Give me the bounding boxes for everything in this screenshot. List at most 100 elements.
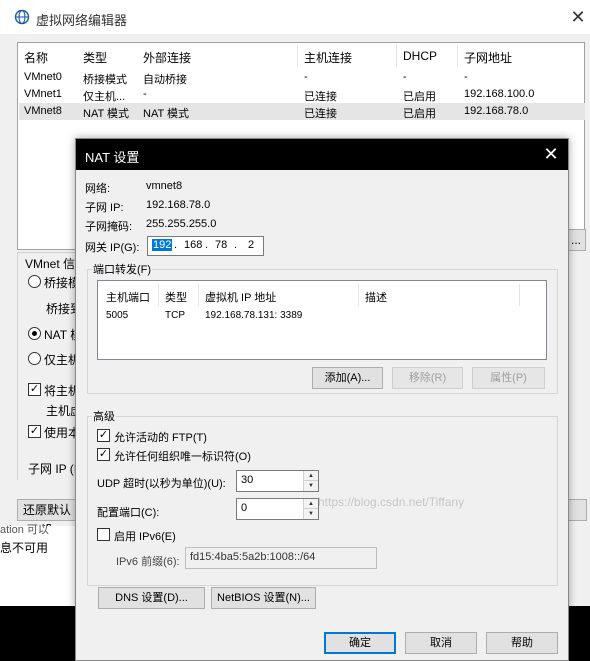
spin-down-icon[interactable]: ▼	[304, 481, 318, 491]
udp-timeout-value[interactable]: 30	[241, 474, 253, 486]
network-value: vmnet8	[146, 180, 183, 192]
info-strip	[0, 526, 76, 606]
column-header-description[interactable]: 描述	[365, 289, 387, 305]
udp-timeout-label: UDP 超时(以秒为单位)(U):	[97, 478, 226, 490]
cell-host-port: 5005	[106, 310, 129, 321]
udp-timeout-stepper[interactable]: 30 ▲ ▼	[236, 470, 319, 492]
radio-bridge[interactable]	[28, 275, 41, 288]
column-header-subnet[interactable]: 子网地址	[464, 49, 512, 66]
dns-settings-button[interactable]: DNS 设置(D)...	[98, 587, 205, 609]
spin-up-icon[interactable]: ▲	[304, 471, 318, 481]
restore-defaults-button[interactable]: 还原默认设	[17, 499, 77, 537]
column-header-dhcp[interactable]: DHCP	[403, 49, 437, 63]
title-bar: 虚拟网络编辑器 ✕	[0, 0, 590, 34]
subnet-mask-label: 子网掩码:	[85, 221, 133, 233]
dialog-title: NAT 设置	[85, 150, 140, 165]
unavailable-text: 息不可用	[0, 541, 49, 555]
close-icon[interactable]: ✕	[566, 6, 590, 28]
checkbox-use-local-dhcp[interactable]: ✓	[28, 425, 41, 438]
allow-oui-label: 允许任何组织唯一标识符(O)	[114, 451, 251, 463]
watermark-text: https://blog.csdn.net/Tiffany	[318, 495, 465, 509]
gateway-octet-3[interactable]: 78	[215, 239, 227, 251]
column-header-type[interactable]: 类型	[83, 49, 107, 66]
cell-host: 已连接	[304, 91, 337, 103]
radio-nat[interactable]	[28, 327, 41, 340]
cell-name: VMnet1	[24, 88, 62, 100]
properties-button[interactable]: 属性(P)	[472, 367, 545, 389]
config-port-value[interactable]: 0	[241, 502, 247, 514]
port-forwarding-title: 端口转发(F)	[92, 261, 153, 277]
cell-dhcp: -	[403, 71, 407, 83]
allow-ftp-label: 允许活动的 FTP(T)	[114, 432, 207, 444]
table-row[interactable]: VMnet1 仅主机... - 已连接 已启用 192.168.100.0	[19, 86, 585, 103]
spin-down-icon[interactable]: ▼	[304, 509, 318, 519]
config-port-label: 配置端口(C):	[97, 507, 160, 519]
window-title: 虚拟网络编辑器	[36, 13, 128, 28]
config-port-stepper[interactable]: 0 ▲ ▼	[236, 498, 319, 520]
column-header-external[interactable]: 外部连接	[143, 49, 191, 66]
partial-button[interactable]	[567, 499, 587, 521]
cell-dhcp: 已启用	[403, 91, 436, 103]
column-header-host[interactable]: 主机连接	[304, 49, 352, 66]
stepper-buttons: ▲ ▼	[303, 471, 318, 491]
column-separator	[158, 284, 159, 306]
cell-external: 自动桥接	[143, 74, 187, 86]
cell-subnet: 192.168.78.0	[464, 105, 529, 117]
cell-vm-ip: 192.168.78.131: 3389	[205, 310, 303, 321]
radio-hostonly[interactable]	[28, 352, 41, 365]
subnet-ip-label: 子网 IP:	[85, 202, 124, 214]
cell-name: VMnet0	[24, 71, 62, 83]
gateway-octet-4[interactable]: 2	[248, 239, 254, 251]
close-icon[interactable]: ✕	[538, 142, 564, 166]
enable-ipv6-checkbox[interactable]	[97, 528, 110, 541]
cell-type: NAT 模式	[83, 108, 130, 120]
allow-oui-checkbox[interactable]: ✓	[97, 448, 110, 461]
subnet-ip-value: 192.168.78.0	[146, 199, 211, 211]
subnet-mask-value: 255.255.255.0	[146, 218, 217, 230]
cell-subnet: 192.168.100.0	[464, 88, 535, 100]
ipv6-prefix-input[interactable]: fd15:4ba5:5a2b:1008::/64	[185, 547, 377, 569]
dialog-title-bar: NAT 设置 ✕	[76, 139, 568, 170]
netbios-settings-button[interactable]: NetBIOS 设置(N)...	[211, 587, 316, 609]
column-separator	[457, 45, 458, 67]
port-forwarding-list[interactable]: 主机端口 类型 虚拟机 IP 地址 描述 5005 TCP 192.168.78…	[97, 280, 547, 360]
gateway-octet-1[interactable]: 192	[152, 239, 173, 251]
gateway-octet-2[interactable]: 168	[184, 239, 202, 251]
column-separator	[297, 45, 298, 67]
cell-host: -	[304, 71, 308, 83]
gateway-ip-label: 网关 IP(G):	[85, 242, 140, 254]
help-button[interactable]: 帮助	[486, 632, 558, 654]
add-button[interactable]: 添加(A)...	[312, 367, 383, 389]
gateway-ip-input[interactable]: 192 . 168 . 78 . 2	[147, 236, 264, 256]
cancel-button[interactable]: 取消	[405, 632, 477, 654]
subnet-ip-label: 子网 IP (I	[28, 462, 78, 476]
network-label: 网络:	[85, 183, 111, 195]
network-globe-icon	[14, 9, 30, 25]
column-separator	[519, 284, 520, 306]
allow-ftp-checkbox[interactable]: ✓	[97, 429, 110, 442]
column-header-vm-ip[interactable]: 虚拟机 IP 地址	[205, 289, 276, 305]
cell-name: VMnet8	[24, 105, 62, 117]
ok-button[interactable]: 确定	[324, 632, 396, 654]
column-header-host-port[interactable]: 主机端口	[106, 289, 150, 305]
column-header-name[interactable]: 名称	[24, 49, 48, 66]
spin-up-icon[interactable]: ▲	[304, 499, 318, 509]
column-separator	[198, 284, 199, 306]
cell-type: TCP	[165, 310, 185, 321]
column-separator	[396, 45, 397, 67]
cell-external: NAT 模式	[143, 108, 190, 120]
cell-dhcp: 已启用	[403, 108, 436, 120]
advanced-title: 高级	[92, 408, 116, 424]
partial-info-text: ation 可以	[0, 524, 49, 536]
table-row[interactable]: VMnet0 桥接模式 自动桥接 - - -	[19, 69, 585, 86]
cell-type: 仅主机...	[83, 91, 126, 103]
enable-ipv6-label: 启用 IPv6(E)	[114, 531, 176, 543]
column-header-type[interactable]: 类型	[165, 289, 187, 305]
cell-subnet: -	[464, 71, 468, 83]
cell-type: 桥接模式	[83, 74, 127, 86]
checkbox-connect-host[interactable]: ✓	[28, 383, 41, 396]
remove-button[interactable]: 移除(R)	[392, 367, 463, 389]
partial-button[interactable]: ...	[566, 229, 586, 251]
ip-dot: .	[205, 239, 209, 251]
table-row-selected[interactable]: VMnet8 NAT 模式 NAT 模式 已连接 已启用 192.168.78.…	[19, 103, 585, 120]
